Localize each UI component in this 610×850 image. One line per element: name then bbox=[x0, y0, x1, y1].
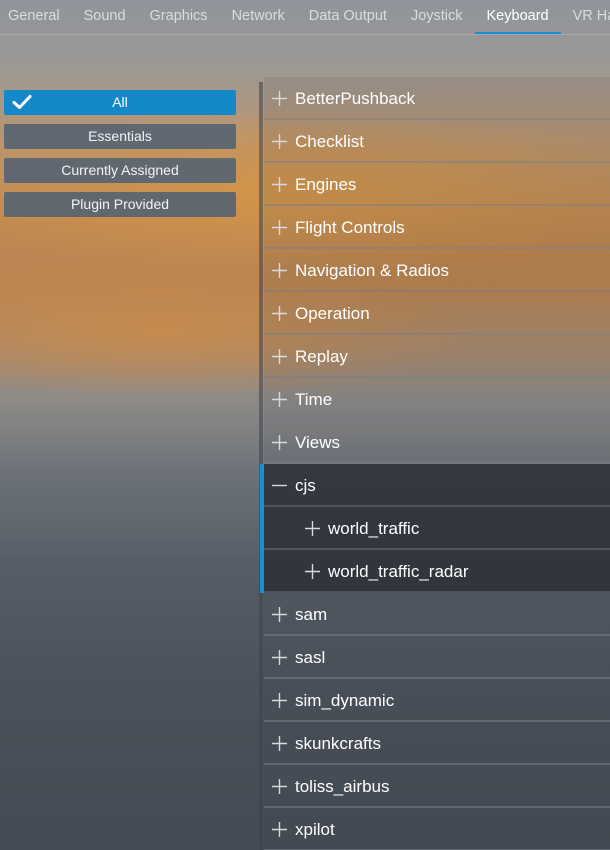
tree-row-sim-dynamic[interactable]: sim_dynamic bbox=[264, 679, 610, 722]
plus-icon bbox=[305, 521, 320, 536]
tree-row-navigation-radios[interactable]: Navigation & Radios bbox=[264, 249, 610, 292]
tree-row-operation[interactable]: Operation bbox=[264, 292, 610, 335]
tree-row-label: world_traffic_radar bbox=[328, 562, 469, 581]
tree-row-xpilot[interactable]: xpilot bbox=[264, 808, 610, 850]
tree-row-label: Time bbox=[295, 390, 333, 409]
tree-row-label: Navigation & Radios bbox=[295, 261, 450, 280]
plus-icon bbox=[272, 177, 287, 192]
plus-icon bbox=[272, 650, 287, 665]
tab-general[interactable]: General bbox=[0, 0, 72, 34]
tree-row-label: Flight Controls bbox=[295, 218, 405, 237]
plus-icon bbox=[272, 263, 287, 278]
tree-row-betterpushback[interactable]: BetterPushback bbox=[264, 77, 610, 120]
plus-icon bbox=[272, 607, 287, 622]
filter-all-button[interactable]: All bbox=[4, 90, 236, 115]
plus-icon bbox=[272, 779, 287, 794]
tree-row-world-traffic[interactable]: world_traffic bbox=[260, 507, 610, 550]
tree-row-sasl[interactable]: sasl bbox=[264, 636, 610, 679]
check-icon bbox=[12, 95, 32, 109]
filter-essentials-button[interactable]: Essentials bbox=[4, 124, 236, 149]
tree-row-label: xpilot bbox=[295, 820, 335, 839]
tree-row-engines[interactable]: Engines bbox=[264, 163, 610, 206]
tab-keyboard[interactable]: Keyboard bbox=[474, 0, 561, 34]
tab-sound[interactable]: Sound bbox=[72, 0, 138, 34]
filter-plugin-provided-label: Plugin Provided bbox=[70, 196, 170, 212]
plus-icon bbox=[272, 349, 287, 364]
tab-graphics[interactable]: Graphics bbox=[138, 0, 220, 34]
tab-joystick[interactable]: Joystick bbox=[399, 0, 475, 34]
filter-button-group: All Essentials Currently Assigned Plugin… bbox=[4, 90, 236, 226]
tree-row-label: Replay bbox=[295, 347, 348, 366]
tab-vr-hardware[interactable]: VR Hard bbox=[561, 0, 610, 34]
tree-row-time[interactable]: Time bbox=[264, 378, 610, 421]
tree-row-views[interactable]: Views bbox=[264, 421, 610, 464]
tree-row-cjs[interactable]: cjs bbox=[260, 464, 610, 507]
tree-row-label: Operation bbox=[295, 304, 370, 323]
filter-essentials-label: Essentials bbox=[88, 128, 152, 144]
tree-row-world-traffic-radar[interactable]: world_traffic_radar bbox=[260, 550, 610, 593]
command-category-tree: BetterPushback Checklist Engines Flight … bbox=[260, 77, 610, 850]
plus-icon bbox=[272, 91, 287, 106]
tree-row-label: Views bbox=[295, 433, 341, 452]
filter-currently-assigned-button[interactable]: Currently Assigned bbox=[4, 158, 236, 183]
tree-row-toliss-airbus[interactable]: toliss_airbus bbox=[264, 765, 610, 808]
plus-icon bbox=[305, 564, 320, 579]
plus-icon bbox=[272, 392, 287, 407]
tree-row-label: sim_dynamic bbox=[295, 691, 395, 710]
plus-icon bbox=[272, 306, 287, 321]
tree-row-label: BetterPushback bbox=[295, 89, 416, 108]
tree-row-sam[interactable]: sam bbox=[264, 593, 610, 636]
tree-row-label: Engines bbox=[295, 175, 357, 194]
tree-row-label: cjs bbox=[295, 476, 316, 495]
tree-row-label: Checklist bbox=[295, 132, 364, 151]
plus-icon bbox=[272, 736, 287, 751]
tree-row-label: skunkcrafts bbox=[295, 734, 381, 753]
plus-icon bbox=[272, 435, 287, 450]
filter-plugin-provided-button[interactable]: Plugin Provided bbox=[4, 192, 236, 217]
tree-row-label: world_traffic bbox=[328, 519, 420, 538]
tree-row-label: sasl bbox=[295, 648, 326, 667]
tree-row-skunkcrafts[interactable]: skunkcrafts bbox=[264, 722, 610, 765]
tab-network[interactable]: Network bbox=[220, 0, 297, 34]
plus-icon bbox=[272, 822, 287, 837]
tree-row-replay[interactable]: Replay bbox=[264, 335, 610, 378]
tree-row-checklist[interactable]: Checklist bbox=[264, 120, 610, 163]
minus-icon bbox=[272, 484, 287, 487]
tree-row-label: sam bbox=[295, 605, 328, 624]
tab-data-output[interactable]: Data Output bbox=[297, 0, 399, 34]
plus-icon bbox=[272, 693, 287, 708]
settings-tab-bar: General Sound Graphics Network Data Outp… bbox=[0, 0, 610, 35]
plus-icon bbox=[272, 134, 287, 149]
filter-all-label: All bbox=[112, 94, 128, 110]
tree-row-flight-controls[interactable]: Flight Controls bbox=[264, 206, 610, 249]
filter-currently-assigned-label: Currently Assigned bbox=[61, 162, 179, 178]
tree-row-label: toliss_airbus bbox=[295, 777, 390, 796]
plus-icon bbox=[272, 220, 287, 235]
